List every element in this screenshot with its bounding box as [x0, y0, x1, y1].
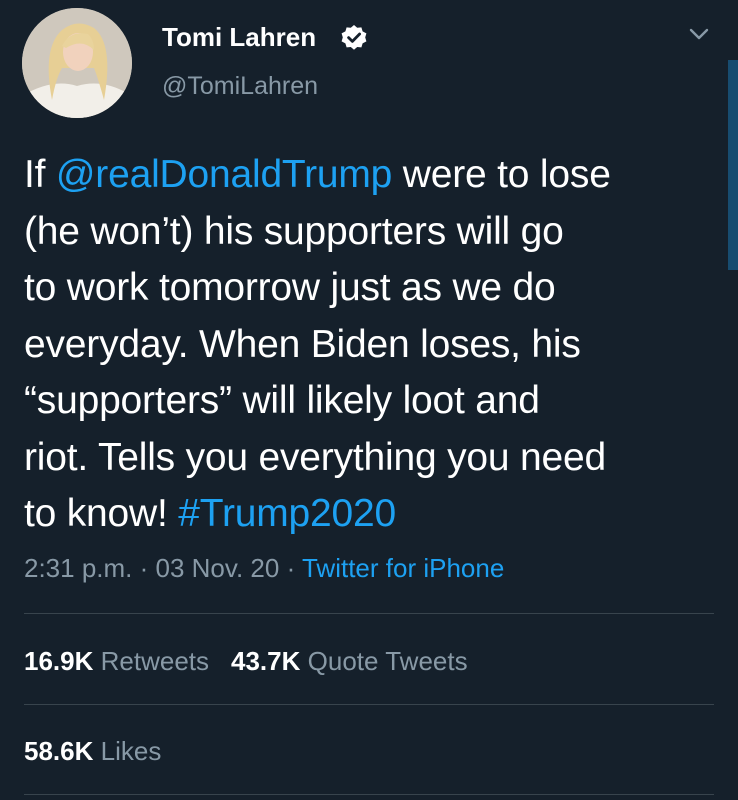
retweets-stat[interactable]: 16.9K Retweets: [24, 646, 209, 676]
tweet-text-segment: were to lose: [392, 153, 611, 196]
likes-stat[interactable]: 58.6K Likes: [24, 736, 161, 766]
avatar[interactable]: [22, 8, 132, 118]
engagement-stats: 16.9K Retweets 43.7K Quote Tweets: [24, 646, 490, 677]
tweet-text-line: to know! #Trump2020: [24, 486, 724, 543]
hashtag-link[interactable]: #Trump2020: [178, 492, 396, 535]
tweet-text-line: “supporters” will likely loot and: [24, 373, 724, 430]
tweet-date[interactable]: 03 Nov. 20: [156, 553, 280, 583]
tweet-text-segment: “supporters” will likely loot and: [24, 379, 540, 422]
divider: [24, 794, 714, 795]
likes-label: Likes: [100, 736, 162, 766]
quote-tweets-stat[interactable]: 43.7K Quote Tweets: [231, 646, 468, 676]
tweet-text-line: (he won’t) his supporters will go: [24, 204, 724, 261]
profile-photo-icon: [22, 8, 132, 118]
tweet-text-segment: everyday. When Biden loses, his: [24, 322, 581, 366]
tweet-card: Tomi Lahren @TomiLahren If @realDonaldTr…: [0, 0, 738, 800]
divider: [24, 704, 714, 705]
likes-count: 58.6K: [24, 736, 94, 766]
verified-badge-icon: [341, 25, 367, 50]
tweet-text-line: riot. Tells you everything you need: [24, 430, 724, 487]
tweet-time[interactable]: 2:31 p.m.: [24, 553, 132, 583]
meta-separator: ·: [279, 553, 302, 583]
tweet-text-segment: If: [24, 153, 56, 196]
tweet-text-segment: (he won’t) his supporters will go: [24, 209, 564, 253]
tweet-metadata: 2:31 p.m. · 03 Nov. 20 · Twitter for iPh…: [24, 553, 504, 584]
chevron-down-icon[interactable]: [686, 24, 712, 44]
meta-separator: ·: [132, 553, 156, 583]
likes-stats: 58.6K Likes: [24, 736, 161, 767]
display-name[interactable]: Tomi Lahren: [162, 22, 316, 53]
tweet-text-line: everyday. When Biden loses, his: [24, 317, 724, 374]
tweet-text-line: to work tomorrow just as we do: [24, 260, 724, 317]
tweet-text-line: If @realDonaldTrump were to lose: [24, 147, 724, 204]
user-handle[interactable]: @TomiLahren: [162, 72, 318, 101]
tweet-text-segment: to work tomorrow just as we do: [24, 266, 556, 309]
divider: [24, 613, 714, 614]
tweet-text-segment: riot. Tells you everything you need: [24, 435, 606, 479]
tweet-text-segment: to know!: [24, 492, 179, 535]
quote-tweets-label: Quote Tweets: [307, 646, 468, 676]
quote-tweets-count: 43.7K: [231, 646, 301, 676]
tweet-text: If @realDonaldTrump were to lose (he won’…: [24, 147, 724, 543]
scroll-indicator: [728, 60, 738, 270]
mention-link[interactable]: @realDonaldTrump: [56, 153, 392, 196]
tweet-source-link[interactable]: Twitter for iPhone: [302, 553, 504, 583]
retweets-count: 16.9K: [24, 646, 94, 676]
retweets-label: Retweets: [100, 646, 210, 676]
